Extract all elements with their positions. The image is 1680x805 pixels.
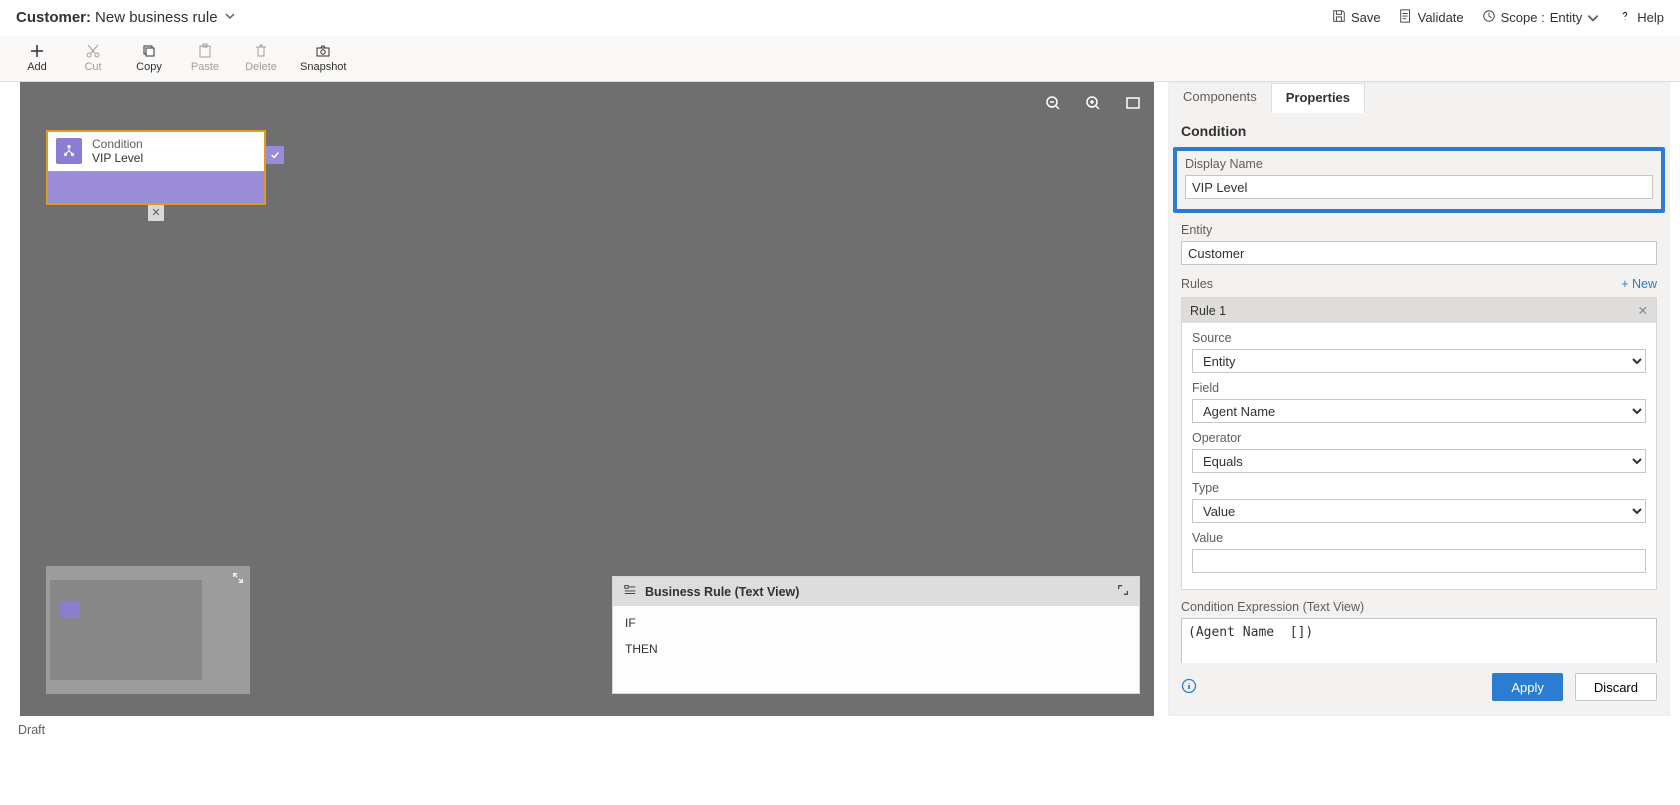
value-input[interactable]: [1192, 549, 1646, 573]
expression-label: Condition Expression (Text View): [1181, 600, 1657, 614]
tab-properties[interactable]: Properties: [1271, 83, 1365, 113]
apply-button[interactable]: Apply: [1492, 673, 1563, 701]
rule-1: Rule 1 ✕ Source Entity Field Agent Name: [1181, 297, 1657, 590]
delete-button: Delete: [244, 43, 278, 73]
display-name-label: Display Name: [1185, 157, 1653, 171]
source-label: Source: [1192, 331, 1646, 345]
branch-icon: [56, 138, 82, 164]
scope-dropdown[interactable]: Scope : Entity: [1482, 9, 1601, 26]
condition-node[interactable]: Condition VIP Level ✕: [46, 130, 266, 205]
help-icon: [1618, 9, 1632, 26]
operator-label: Operator: [1192, 431, 1646, 445]
zoom-out-button[interactable]: [1044, 94, 1062, 112]
scope-label: Scope :: [1501, 10, 1545, 25]
chevron-down-icon: [224, 9, 236, 26]
add-rule-button[interactable]: + New: [1621, 277, 1657, 291]
cut-button: Cut: [76, 43, 110, 73]
validate-button[interactable]: Validate: [1399, 9, 1464, 26]
add-button[interactable]: Add: [20, 43, 54, 73]
close-icon[interactable]: ✕: [1638, 303, 1648, 318]
minimap-viewport: [50, 580, 202, 680]
field-label: Field: [1192, 381, 1646, 395]
designer-canvas[interactable]: Condition VIP Level ✕: [20, 82, 1154, 716]
rule-title-dropdown[interactable]: Customer: New business rule: [16, 9, 236, 26]
copy-button[interactable]: Copy: [132, 43, 166, 73]
snapshot-button[interactable]: Snapshot: [300, 43, 346, 73]
rule-title: Rule 1: [1190, 304, 1226, 318]
zoom-in-button[interactable]: [1084, 94, 1102, 112]
status-text: Draft: [18, 723, 45, 737]
display-name-highlight: Display Name: [1173, 147, 1665, 213]
validate-label: Validate: [1418, 10, 1464, 25]
text-view-icon: [623, 583, 637, 600]
help-label: Help: [1637, 10, 1664, 25]
field-select[interactable]: Agent Name: [1192, 399, 1646, 423]
type-select[interactable]: Value: [1192, 499, 1646, 523]
scissors-icon: [85, 43, 101, 59]
paste-button: Paste: [188, 43, 222, 73]
node-type-label: Condition: [92, 137, 143, 151]
copy-icon: [141, 43, 157, 59]
text-view-then: THEN: [625, 642, 1127, 656]
save-label: Save: [1351, 10, 1381, 25]
paste-icon: [197, 43, 213, 59]
properties-panel: Components Properties Condition Display …: [1168, 82, 1670, 716]
expand-icon[interactable]: [1117, 584, 1129, 599]
expression-text: (Agent Name []): [1181, 618, 1657, 663]
false-branch-handle[interactable]: ✕: [148, 205, 164, 221]
expand-icon[interactable]: [232, 572, 244, 587]
save-button[interactable]: Save: [1332, 9, 1381, 26]
fit-screen-button[interactable]: [1124, 94, 1142, 112]
business-rule-text-view: Business Rule (Text View) IF THEN: [612, 576, 1140, 694]
chevron-down-icon: [1586, 11, 1600, 25]
camera-icon: [315, 43, 331, 59]
operator-select[interactable]: Equals: [1192, 449, 1646, 473]
text-view-if: IF: [625, 616, 1127, 630]
info-icon[interactable]: [1181, 678, 1197, 697]
scope-value: Entity: [1550, 10, 1583, 25]
entity-name: Customer:: [16, 9, 91, 26]
true-branch-handle[interactable]: [266, 146, 284, 164]
rules-label: Rules: [1181, 277, 1213, 291]
validate-icon: [1399, 9, 1413, 26]
display-name-input[interactable]: [1185, 175, 1653, 199]
plus-icon: [29, 43, 45, 59]
type-label: Type: [1192, 481, 1646, 495]
minimap-node: [60, 602, 80, 618]
tab-components[interactable]: Components: [1169, 83, 1271, 113]
rule-name: New business rule: [95, 9, 218, 26]
entity-input[interactable]: [1181, 241, 1657, 265]
entity-label: Entity: [1181, 223, 1657, 237]
trash-icon: [253, 43, 269, 59]
node-name: VIP Level: [92, 151, 143, 165]
value-label: Value: [1192, 531, 1646, 545]
save-icon: [1332, 9, 1346, 26]
discard-button[interactable]: Discard: [1575, 673, 1657, 701]
scope-icon: [1482, 9, 1496, 26]
help-button[interactable]: Help: [1618, 9, 1664, 26]
minimap[interactable]: [46, 566, 250, 694]
node-actions-slot[interactable]: [48, 171, 264, 203]
source-select[interactable]: Entity: [1192, 349, 1646, 373]
section-title: Condition: [1181, 123, 1657, 139]
text-view-title: Business Rule (Text View): [645, 585, 799, 599]
